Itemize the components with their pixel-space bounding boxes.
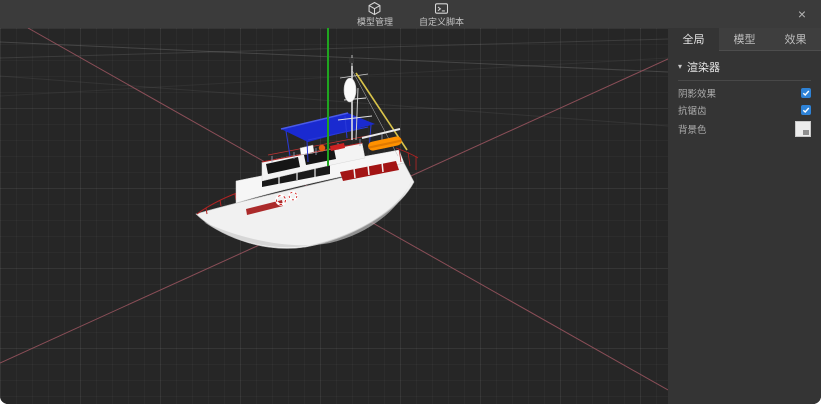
shadow-effect-label: 阴影效果 — [678, 86, 716, 100]
terminal-icon — [434, 1, 449, 16]
life-raft — [367, 136, 402, 152]
checkmark-icon — [802, 106, 810, 114]
3d-viewport[interactable] — [0, 28, 668, 404]
app-window: 模型管理 自定义脚本 × — [0, 0, 821, 404]
collapse-caret-icon: ▾ — [678, 63, 682, 71]
tab-model[interactable]: 模型 — [719, 28, 770, 51]
swatch-corner-indicator — [803, 130, 809, 135]
boom-spar — [362, 129, 400, 138]
global-panel: ▾ 渲染器 阴影效果 抗锯齿 背景色 — [668, 51, 821, 140]
close-button[interactable]: × — [794, 0, 810, 28]
section-divider — [678, 80, 811, 81]
custom-script-button[interactable]: 自定义脚本 — [417, 0, 466, 28]
scene-canvas — [0, 28, 668, 404]
custom-script-label: 自定义脚本 — [419, 17, 464, 27]
radar-dome — [344, 78, 356, 102]
shadow-effect-row: 阴影效果 — [678, 85, 811, 101]
toolbar-button-group: 模型管理 自定义脚本 — [355, 0, 466, 28]
sidebar-tabbar: 全局 模型 效果 — [668, 28, 821, 51]
checkmark-icon — [802, 89, 810, 97]
horizon-grid-lines — [0, 39, 668, 126]
background-color-row: 背景色 — [678, 119, 811, 139]
boat-model[interactable] — [196, 55, 418, 248]
tab-global[interactable]: 全局 — [668, 28, 719, 51]
settings-sidebar: 全局 模型 效果 ▾ 渲染器 阴影效果 抗锯齿 — [668, 28, 821, 404]
deck-seat-orange — [319, 145, 325, 151]
background-color-label: 背景色 — [678, 122, 707, 136]
tab-effects[interactable]: 效果 — [770, 28, 821, 51]
model-manage-button[interactable]: 模型管理 — [355, 0, 395, 28]
renderer-section-title: 渲染器 — [687, 59, 720, 75]
model-manage-label: 模型管理 — [357, 17, 393, 27]
top-toolbar: 模型管理 自定义脚本 × — [0, 0, 821, 28]
antialias-row: 抗锯齿 — [678, 102, 811, 118]
cube-icon — [367, 1, 382, 16]
background-color-swatch[interactable] — [795, 121, 811, 137]
antialias-checkbox[interactable] — [801, 105, 811, 115]
antialias-label: 抗锯齿 — [678, 103, 707, 117]
renderer-section-header[interactable]: ▾ 渲染器 — [678, 57, 811, 77]
shadow-effect-checkbox[interactable] — [801, 88, 811, 98]
